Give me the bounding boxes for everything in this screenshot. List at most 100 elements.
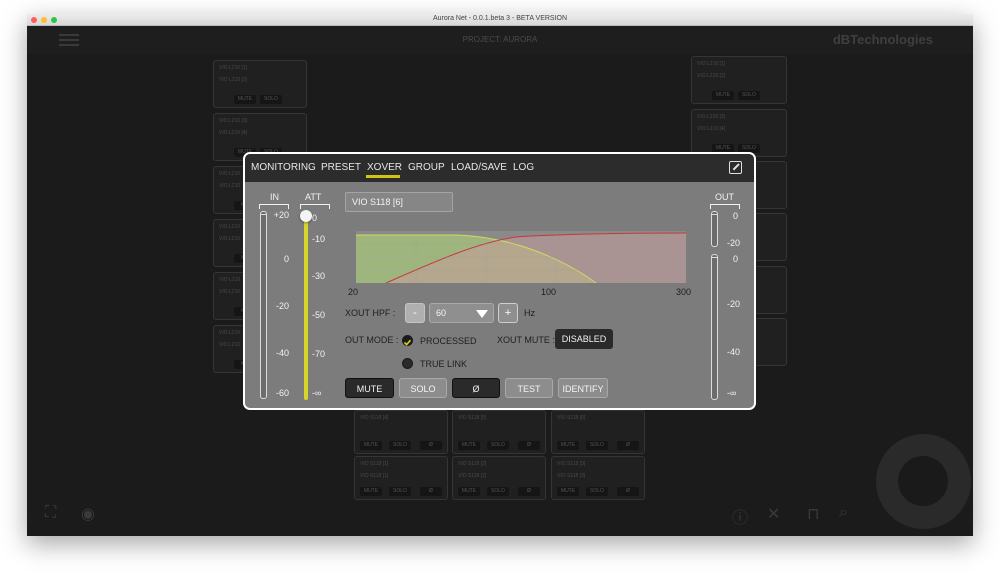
device-card-line-1: VIO L210 bbox=[219, 330, 241, 336]
device-card-button[interactable]: Ø bbox=[617, 487, 639, 496]
device-card-button[interactable]: SOLO bbox=[738, 91, 760, 100]
att-fader-bracket bbox=[300, 204, 330, 209]
in-scale-1: 0 bbox=[283, 254, 289, 264]
device-card[interactable]: VIO S118 [2] VIO S118 [2] MUTE SOLO Ø bbox=[452, 456, 546, 500]
device-card-line-2: VIO L210 bbox=[219, 183, 241, 189]
xout-mute-toggle[interactable]: DISABLED bbox=[555, 329, 613, 349]
test-button[interactable]: TEST bbox=[505, 378, 553, 398]
true-link-radio[interactable] bbox=[402, 358, 413, 369]
device-card[interactable]: VIO S118 [6] MUTE SOLO Ø bbox=[551, 410, 645, 454]
speaker-mute-icon[interactable]: ✕ bbox=[767, 504, 780, 524]
expand-icon[interactable] bbox=[729, 161, 742, 174]
tab-monitoring[interactable]: MONITORING bbox=[251, 162, 316, 173]
xout-mute-label: XOUT MUTE : bbox=[497, 335, 555, 345]
device-card-button[interactable]: SOLO bbox=[260, 95, 282, 104]
device-card-line-1: VIO L210 bbox=[219, 224, 241, 230]
device-card-button[interactable]: MUTE bbox=[234, 95, 256, 104]
device-card[interactable]: VIO L210 [3]VIO L210 [4]MUTESOLO bbox=[691, 109, 787, 157]
device-card-line-2: VIO L210 [4] bbox=[219, 130, 248, 136]
device-card-line-2: VIO S118 [1] bbox=[360, 473, 389, 479]
device-card[interactable]: VIO L210 [1] VIO L210 [2] MUTE SOLO bbox=[213, 60, 307, 108]
info-icon[interactable]: ⓘ bbox=[732, 504, 748, 528]
device-card[interactable]: VIO S118 [3] VIO S118 [3] MUTE SOLO Ø bbox=[551, 456, 645, 500]
att-fader-track[interactable] bbox=[304, 216, 308, 400]
device-card-button[interactable]: MUTE bbox=[712, 91, 734, 100]
device-card-line-1: VIO L210 [1] bbox=[697, 61, 726, 67]
xover-graph bbox=[356, 231, 686, 283]
device-card-line-1: VIO L210 bbox=[219, 171, 241, 177]
joystick-center[interactable] bbox=[898, 456, 948, 506]
hpf-unit: Hz bbox=[524, 308, 535, 318]
device-card-button[interactable]: SOLO bbox=[586, 487, 608, 496]
device-card-button[interactable]: SOLO bbox=[389, 441, 411, 450]
device-card-button[interactable]: Ø bbox=[518, 441, 540, 450]
device-card-button[interactable]: MUTE bbox=[557, 487, 579, 496]
out-scale-0: 0 bbox=[733, 254, 739, 264]
processed-radio[interactable] bbox=[402, 335, 413, 346]
device-card-button[interactable]: Ø bbox=[617, 441, 639, 450]
device-card-line-2: VIO L210 [4] bbox=[697, 126, 726, 132]
device-card-button[interactable]: SOLO bbox=[487, 487, 509, 496]
brand-logo: dBTechnologies bbox=[832, 32, 933, 47]
device-card-button[interactable]: SOLO bbox=[586, 441, 608, 450]
device-card-line-2: VIO S118 [2] bbox=[458, 473, 487, 479]
freq-label-20: 20 bbox=[348, 287, 359, 297]
device-card[interactable]: VIO L210 [1] VIO L210 [2] MUTE SOLO bbox=[691, 56, 787, 104]
device-card-line-1: VIO S118 [2] bbox=[458, 461, 487, 467]
device-card-button[interactable]: Ø bbox=[420, 441, 442, 450]
freq-label-300: 300 bbox=[676, 287, 692, 297]
tab-load-save[interactable]: LOAD/SAVE bbox=[451, 162, 507, 173]
device-card-line-1: VIO L210 [3] bbox=[219, 118, 248, 124]
fullscreen-icon[interactable]: ⛶ bbox=[45, 504, 56, 522]
hpf-frequency-select[interactable]: 60 bbox=[429, 303, 494, 323]
device-card-button[interactable]: MUTE bbox=[557, 441, 579, 450]
device-card-button[interactable]: Ø bbox=[420, 487, 442, 496]
device-card[interactable]: VIO S118 [4] MUTE SOLO Ø bbox=[354, 410, 448, 454]
mute-button[interactable]: MUTE bbox=[345, 378, 394, 398]
att-fader-label: ATT bbox=[305, 192, 322, 202]
tab-group[interactable]: GROUP bbox=[408, 162, 445, 173]
device-card[interactable]: VIO S118 [1] VIO S118 [1] MUTE SOLO Ø bbox=[354, 456, 448, 500]
tab-bar: MONITORING PRESET XOVER GROUP LOAD/SAVE … bbox=[245, 154, 754, 182]
title-bar: Aurora Net - 0.0.1.beta 3 - BETA VERSION bbox=[27, 14, 973, 26]
out-meter-label: OUT bbox=[715, 192, 734, 202]
eye-icon[interactable]: ◉ bbox=[81, 504, 95, 524]
device-card-button[interactable]: MUTE bbox=[458, 441, 480, 450]
tab-log[interactable]: LOG bbox=[513, 162, 534, 173]
att-fader-knob[interactable] bbox=[300, 210, 312, 222]
device-card-button[interactable]: MUTE bbox=[360, 487, 382, 496]
true-link-option[interactable]: TRUE LINK bbox=[420, 359, 467, 369]
device-card-line-1: VIO S118 [3] bbox=[557, 461, 586, 467]
out-scale-1: -20 bbox=[727, 299, 741, 309]
device-card-button[interactable]: SOLO bbox=[389, 487, 411, 496]
device-name-field: VIO S118 [6] bbox=[345, 192, 453, 212]
xout-hpf-label: XOUT HPF : bbox=[345, 308, 396, 318]
device-card-line-2: VIO L210 [2] bbox=[219, 77, 248, 83]
navigation-joystick[interactable] bbox=[876, 434, 971, 529]
device-card-button[interactable]: MUTE bbox=[360, 441, 382, 450]
device-card-button[interactable]: SOLO bbox=[487, 441, 509, 450]
device-card-line-1: VIO S118 [6] bbox=[557, 415, 586, 421]
zoom-icon[interactable]: ⌕ bbox=[839, 504, 848, 522]
in-meter-bracket bbox=[259, 204, 289, 209]
dropdown-arrow-icon bbox=[476, 310, 488, 318]
device-card[interactable]: VIO S118 [5] MUTE SOLO Ø bbox=[452, 410, 546, 454]
in-scale-0: +20 bbox=[273, 210, 289, 220]
device-card-button[interactable]: MUTE bbox=[458, 487, 480, 496]
solo-button[interactable]: SOLO bbox=[399, 378, 447, 398]
device-card-button[interactable]: Ø bbox=[518, 487, 540, 496]
in-meter bbox=[260, 211, 267, 399]
tab-preset[interactable]: PRESET bbox=[321, 162, 361, 173]
phase-invert-button[interactable]: Ø bbox=[452, 378, 500, 398]
app-header: PROJECT: AURORA dBTechnologies bbox=[27, 26, 973, 54]
window-title: Aurora Net - 0.0.1.beta 3 - BETA VERSION bbox=[432, 15, 568, 22]
lock-icon[interactable]: ⊓ bbox=[807, 504, 819, 524]
att-scale-4: -70 bbox=[312, 349, 326, 359]
freq-label-100: 100 bbox=[541, 287, 557, 297]
hpf-decrease-button[interactable]: - bbox=[405, 303, 425, 323]
processed-option[interactable]: PROCESSED bbox=[420, 336, 477, 346]
active-tab-indicator bbox=[366, 175, 400, 178]
tab-xover[interactable]: XOVER bbox=[367, 162, 402, 173]
identify-button[interactable]: IDENTIFY bbox=[558, 378, 608, 398]
hpf-increase-button[interactable]: + bbox=[498, 303, 518, 323]
